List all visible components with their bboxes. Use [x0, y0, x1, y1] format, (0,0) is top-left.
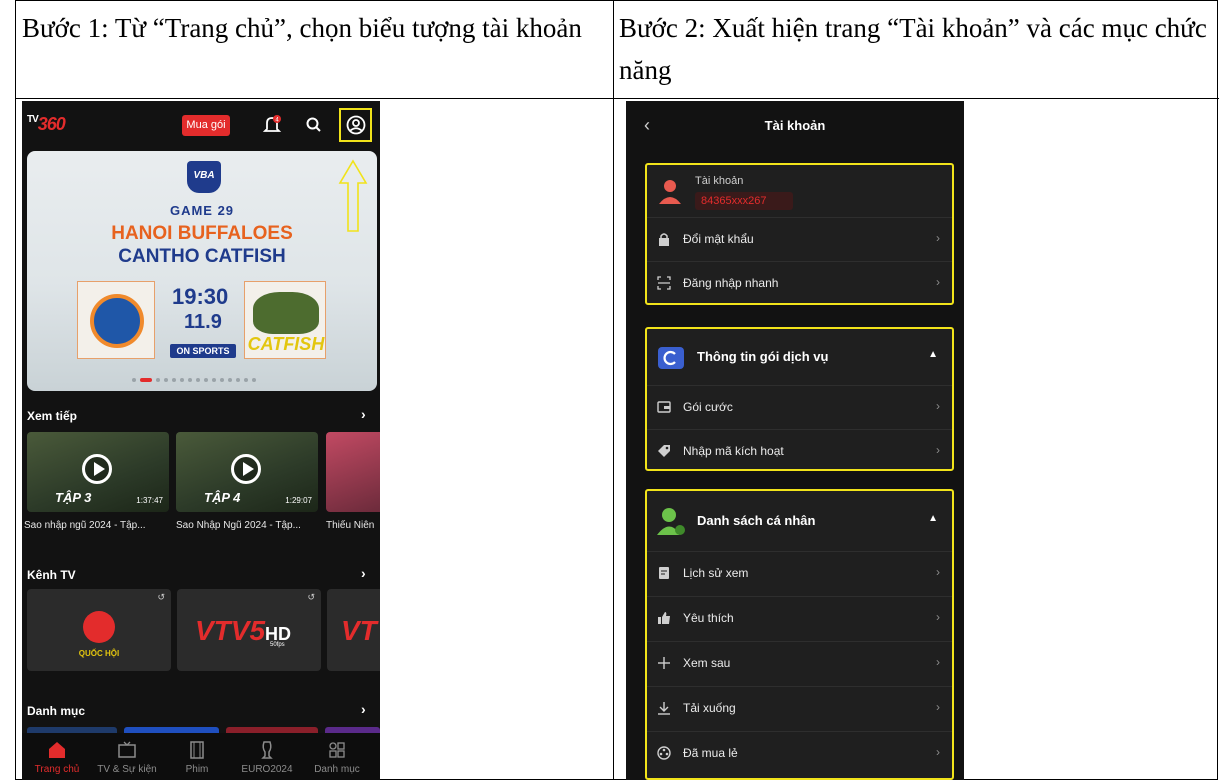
tv-icon [118, 741, 136, 758]
personal-list-icon [657, 508, 685, 535]
game-label: GAME 29 [169, 203, 235, 218]
video-caption: Thiếu Niên [326, 520, 375, 531]
nav-categories[interactable]: Danh mục [302, 733, 372, 780]
continue-watching-title: Xem tiếp [27, 409, 78, 423]
nav-home[interactable]: Trang chủ [22, 733, 92, 780]
step1-text: Bước 1: Từ “Trang chủ”, chọn biểu tượng … [22, 13, 582, 43]
promo-banner[interactable]: VBA GAME 29 HANOI BUFFALOES CANTHO CATFI… [27, 151, 377, 391]
vba-badge: VBA [187, 161, 221, 193]
package-row[interactable]: Gói cước › [647, 385, 952, 429]
account-screen-screenshot: ‹ Tài khoản Tài khoản 84365xxx267 Đổi mậ… [626, 101, 964, 780]
notification-bell-icon[interactable]: 4 [262, 115, 282, 135]
home-screen-screenshot: TV360 Mua gói 4 VBA GAME 29 HANOI BUFFAL… [22, 101, 380, 780]
catfish-logo: CATFISH [244, 281, 326, 359]
grid-icon [329, 742, 345, 758]
lock-icon [659, 233, 669, 246]
chevron-right-icon: › [936, 443, 940, 457]
chevron-right-icon: › [936, 745, 940, 759]
service-info-header[interactable]: Thông tin gói dịch vụ ▲ [647, 329, 952, 385]
chevron-right-icon: › [936, 399, 940, 413]
row-divider [16, 98, 1219, 99]
history-icon: ↺ [157, 592, 165, 602]
match-date: 11.9 [184, 311, 222, 333]
tag-icon [658, 445, 670, 457]
account-label: Tài khoản [695, 175, 744, 187]
channel-card-vtv[interactable]: VT [327, 589, 380, 671]
account-group: Tài khoản 84365xxx267 Đổi mật khẩu › Đăn… [645, 163, 954, 305]
chevron-right-icon: › [936, 610, 940, 624]
activation-code-row[interactable]: Nhập mã kích hoạt › [647, 429, 952, 473]
tv-channels-arrow[interactable]: › [361, 565, 366, 581]
team2-name: CANTHO CATFISH [118, 246, 286, 267]
downloads-row[interactable]: Tải xuống › [647, 686, 952, 730]
tv-channels-title: Kênh TV [27, 568, 76, 582]
tv360-logo: TV360 [27, 114, 66, 134]
continue-watching-arrow[interactable]: › [361, 406, 366, 422]
purchased-row[interactable]: Đã mua lẻ › [647, 731, 952, 775]
match-time: 19:30 [172, 284, 229, 309]
buy-package-button[interactable]: Mua gói [182, 115, 230, 136]
video-caption: Sao Nhập Ngũ 2024 - Tập... [176, 520, 301, 531]
chevron-right-icon: › [936, 231, 940, 245]
channel-card-vtv5[interactable]: ↺ VTV5HD 50fps [177, 589, 321, 671]
service-info-icon [658, 347, 684, 369]
film-reel-icon [657, 746, 671, 760]
bottom-navigation: Trang chủ TV & Sự kiện Phim EURO2024 Dan… [22, 733, 380, 780]
quoc-hoi-logo [83, 611, 115, 643]
categories-arrow[interactable]: › [361, 701, 366, 717]
top-bar: TV360 Mua gói 4 [22, 101, 380, 149]
chevron-right-icon: › [936, 655, 940, 669]
carousel-dots[interactable] [132, 378, 256, 382]
video-thumbnail[interactable]: TẬP 3 1:37:47 [27, 432, 169, 512]
channel-card-quoc-hoi[interactable]: ↺ QUỐC HỘI [27, 589, 171, 671]
broadcaster-logo: ON SPORTS [170, 344, 236, 358]
watch-history-row[interactable]: Lịch sử xem › [647, 551, 952, 595]
nav-movies[interactable]: Phim [162, 733, 232, 780]
plus-icon [658, 657, 670, 669]
personal-list-group: Danh sách cá nhân ▲ Lịch sử xem › Yêu th… [645, 489, 954, 780]
trophy-icon [261, 741, 273, 759]
film-icon [190, 741, 204, 759]
play-icon[interactable] [82, 454, 112, 484]
page-title: Tài khoản [764, 118, 826, 133]
search-icon[interactable] [305, 116, 323, 134]
column-divider [613, 1, 614, 780]
history-icon: ↺ [307, 592, 315, 602]
nav-tv-events[interactable]: TV & Sự kiện [92, 733, 162, 780]
scan-icon [657, 276, 671, 290]
thumbs-up-icon [658, 612, 670, 624]
favorites-row[interactable]: Yêu thích › [647, 596, 952, 640]
service-info-group: Thông tin gói dịch vụ ▲ Gói cước › Nhập … [645, 327, 954, 471]
play-icon[interactable] [231, 454, 261, 484]
chevron-right-icon: › [936, 275, 940, 289]
arrow-up-icon [338, 159, 368, 232]
personal-list-header[interactable]: Danh sách cá nhân ▲ [647, 491, 952, 551]
change-password-row[interactable]: Đổi mật khẩu › [647, 217, 952, 261]
team1-name: HANOI BUFFALOES [111, 223, 293, 244]
download-icon [658, 702, 670, 715]
buffaloes-logo [77, 281, 155, 359]
watch-later-row[interactable]: Xem sau › [647, 641, 952, 685]
quick-login-row[interactable]: Đăng nhập nhanh › [647, 261, 952, 305]
nav-euro2024[interactable]: EURO2024 [232, 733, 302, 780]
avatar-icon [659, 180, 681, 204]
wallet-icon [657, 401, 671, 413]
video-thumbnail[interactable] [326, 432, 380, 512]
account-highlight-box [339, 108, 372, 142]
history-icon [659, 567, 669, 579]
chevron-right-icon: › [936, 700, 940, 714]
video-caption: Sao nhập ngũ 2024 - Tập... [24, 520, 146, 531]
categories-title: Danh mục [27, 704, 86, 718]
chevron-right-icon: › [936, 565, 940, 579]
step2-text: Bước 2: Xuất hiện trang “Tài khoản” và c… [619, 13, 1207, 85]
home-icon [49, 742, 65, 758]
collapse-caret-icon: ▲ [928, 513, 938, 524]
collapse-caret-icon: ▲ [928, 349, 938, 360]
account-phone-number: 84365xxx267 [695, 192, 793, 210]
video-thumbnail[interactable]: TẬP 4 1:29:07 [176, 432, 318, 512]
account-icon[interactable] [346, 115, 366, 135]
